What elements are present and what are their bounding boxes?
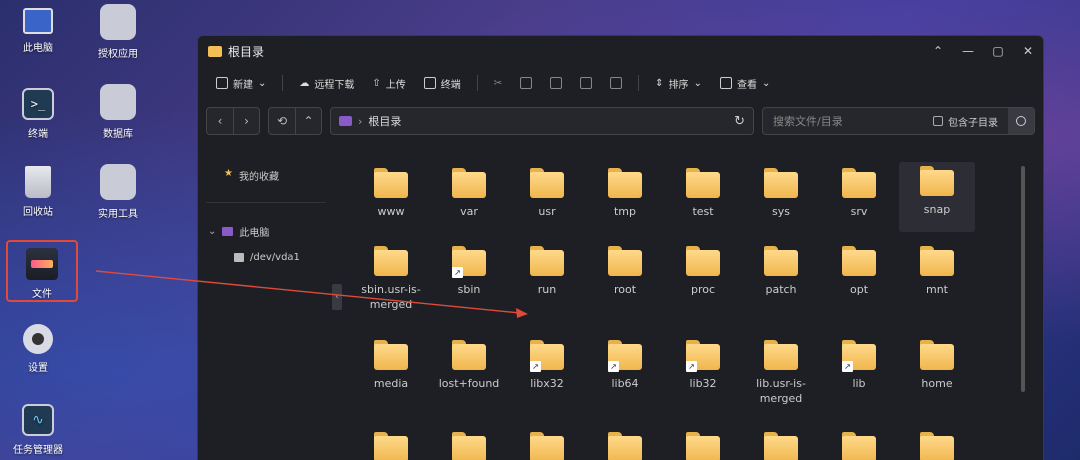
annotation-arrow xyxy=(95,270,528,318)
